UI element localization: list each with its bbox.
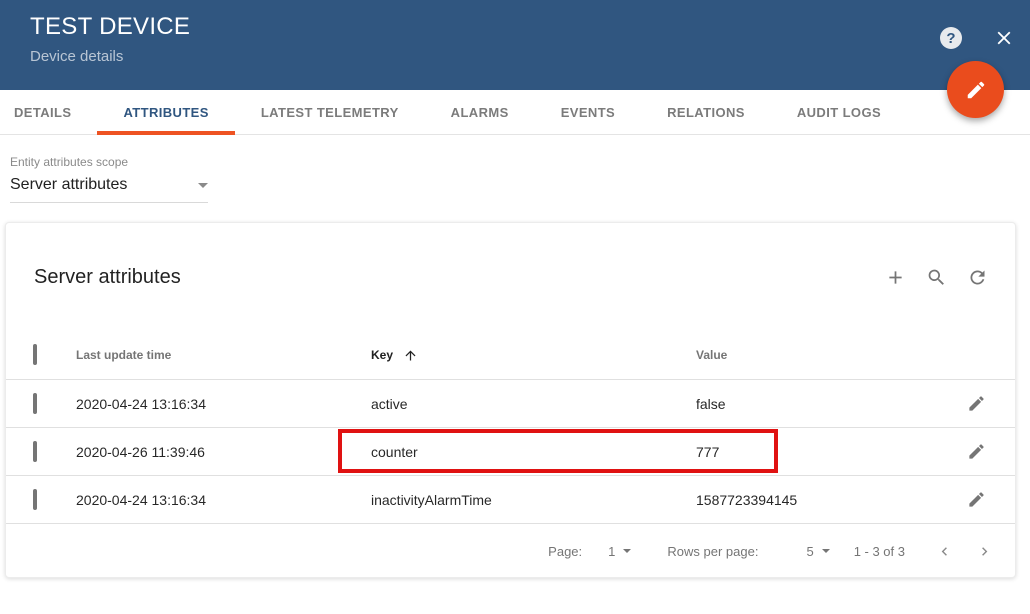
pencil-icon [969, 443, 984, 459]
plus-icon [888, 270, 902, 284]
cell-key: active [371, 395, 408, 412]
tab-alarms[interactable]: ALARMS [425, 90, 535, 134]
dialog-title: TEST DEVICE [30, 13, 191, 40]
search-icon [928, 269, 944, 285]
cell-value: false [696, 395, 726, 412]
pencil-icon [967, 81, 984, 98]
scope-label: Entity attributes scope [10, 155, 129, 169]
table-row-counter[interactable]: 2020-04-26 11:39:46 counter 777 [6, 427, 1015, 475]
tab-relations[interactable]: RELATIONS [641, 90, 771, 134]
column-header-last-update-time[interactable]: Last update time [76, 348, 371, 362]
edit-attribute-button[interactable] [967, 442, 987, 462]
table-row-active[interactable]: 2020-04-24 13:16:34 active false [6, 379, 1015, 427]
page-label: Page: [548, 543, 583, 559]
table-row-inactivity-alarm-time[interactable]: 2020-04-24 13:16:34 inactivityAlarmTime … [6, 475, 1015, 523]
cell-last-update-time: 2020-04-24 13:16:34 [76, 491, 206, 508]
device-details-dialog: TEST DEVICE Device details ? DETAILS ATT… [0, 0, 1030, 614]
pencil-icon [969, 395, 984, 411]
pencil-icon [969, 491, 984, 507]
chevron-down-icon [821, 549, 830, 553]
table-pagination: Page: 1 Rows per page: 5 1 - 3 of 3 [6, 523, 1015, 578]
sort-ascending-icon [405, 350, 416, 360]
tab-audit-logs[interactable]: AUDIT LOGS [771, 90, 907, 134]
active-tab-indicator [97, 131, 235, 135]
column-header-key[interactable]: Key [371, 348, 696, 363]
card-title: Server attributes [34, 265, 181, 288]
chevron-down-icon [198, 182, 208, 188]
scope-select[interactable]: Server attributes [10, 176, 208, 203]
card-header: Server attributes [6, 223, 1015, 331]
attributes-card: Server attributes Last update time Key V… [5, 222, 1016, 578]
scope-selected-value: Server attributes [10, 176, 128, 193]
table-header-row: Last update time Key Value [6, 331, 1015, 379]
cell-value: 777 [696, 443, 720, 460]
cell-key: counter [371, 443, 418, 460]
row-checkbox[interactable] [33, 392, 37, 414]
chevron-down-icon [623, 549, 632, 553]
refresh-icon [969, 270, 984, 284]
pagination-range: 1 - 3 of 3 [853, 543, 905, 559]
refresh-button[interactable] [965, 265, 989, 289]
help-icon[interactable]: ? [940, 27, 962, 49]
row-checkbox[interactable] [33, 488, 37, 510]
tab-attributes[interactable]: ATTRIBUTES [97, 90, 235, 135]
attributes-scope-field: Entity attributes scope Server attribute… [10, 155, 208, 203]
help-glyph: ? [946, 29, 956, 47]
column-header-value[interactable]: Value [696, 348, 935, 362]
edit-attribute-button[interactable] [967, 490, 987, 510]
cell-value: 1587723394145 [696, 491, 798, 508]
cell-last-update-time: 2020-04-24 13:16:34 [76, 395, 206, 412]
row-checkbox[interactable] [33, 440, 37, 462]
card-toolbar [883, 265, 989, 289]
tab-details[interactable]: DETAILS [0, 90, 97, 134]
rows-per-page-label: Rows per page: [667, 543, 759, 559]
chevron-left-icon [941, 546, 947, 556]
cell-last-update-time: 2020-04-26 11:39:46 [76, 443, 205, 460]
page-select[interactable]: 1 [608, 544, 632, 559]
previous-page-button[interactable] [931, 538, 957, 564]
select-all-checkbox[interactable] [33, 344, 37, 365]
dialog-subtitle: Device details [30, 48, 124, 65]
search-button[interactable] [924, 265, 948, 289]
chevron-right-icon [981, 546, 987, 556]
dialog-header: TEST DEVICE Device details ? [0, 0, 1030, 90]
next-page-button[interactable] [971, 538, 997, 564]
tab-events[interactable]: EVENTS [535, 90, 641, 134]
edit-device-fab[interactable] [947, 61, 1004, 118]
add-attribute-button[interactable] [883, 265, 907, 289]
edit-attribute-button[interactable] [967, 394, 987, 414]
tab-latest-telemetry[interactable]: LATEST TELEMETRY [235, 90, 425, 134]
close-icon[interactable] [992, 26, 1016, 50]
rows-per-page-select[interactable]: 5 [806, 544, 830, 559]
header-actions: ? [940, 26, 1016, 50]
tab-bar: DETAILS ATTRIBUTES LATEST TELEMETRY ALAR… [0, 90, 1030, 135]
cell-key: inactivityAlarmTime [371, 491, 492, 508]
